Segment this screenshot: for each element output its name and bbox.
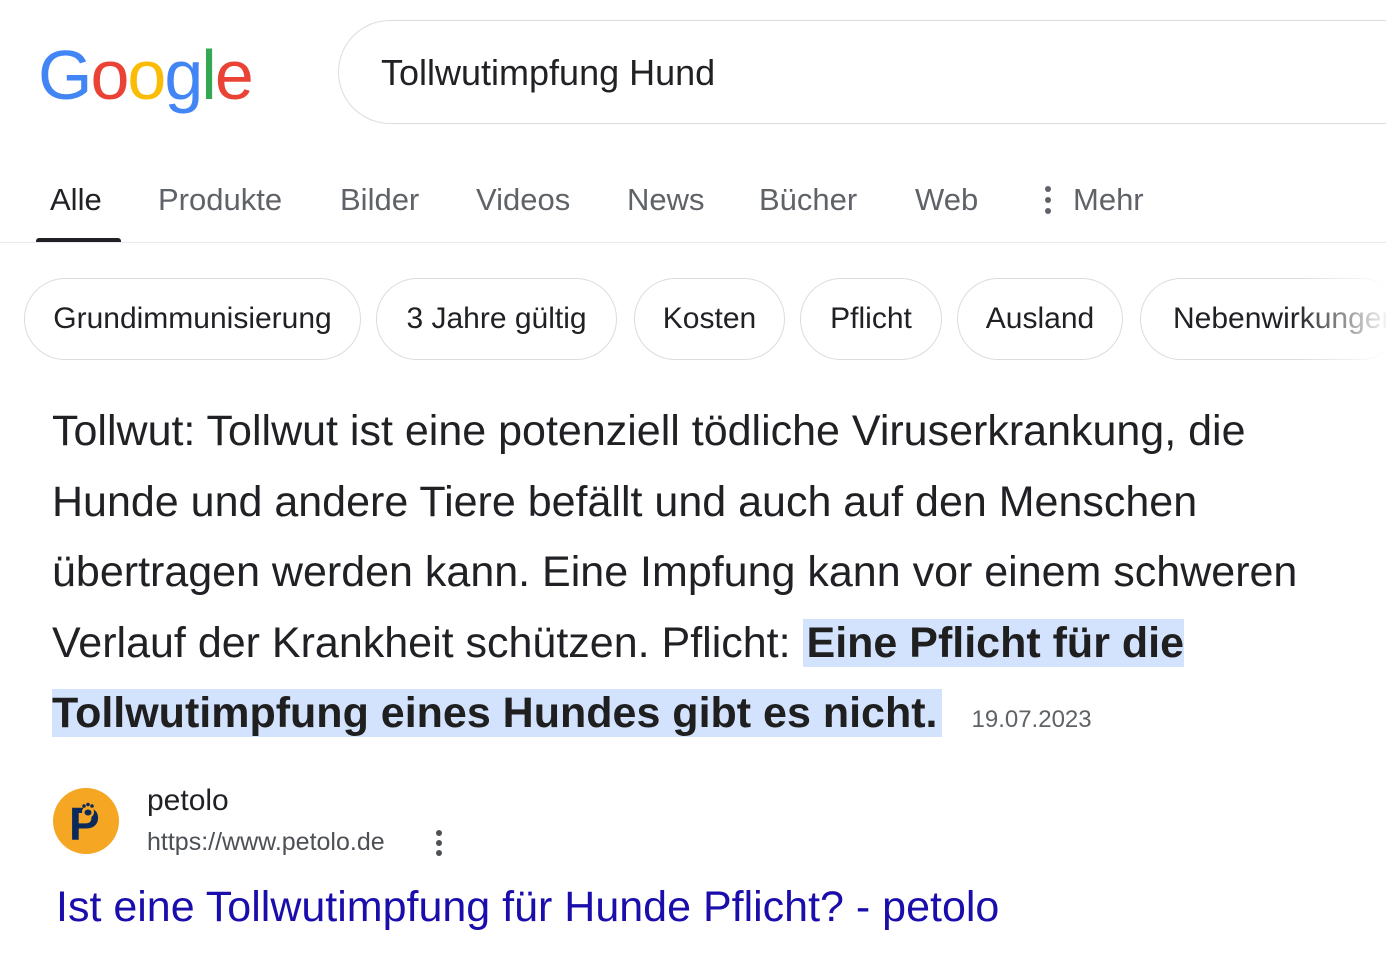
chip-pflicht[interactable]: Pflicht	[800, 278, 942, 360]
snippet-date: 19.07.2023	[971, 706, 1092, 733]
logo-letter: G	[38, 36, 92, 114]
site-name[interactable]: petolo	[147, 782, 229, 820]
featured-snippet: Tollwut: Tollwut ist eine potenziell töd…	[52, 396, 1372, 756]
chip-3-jahre-gueltig[interactable]: 3 Jahre gültig	[376, 278, 617, 360]
site-favicon[interactable]: P	[53, 788, 119, 854]
paw-p-icon: P	[69, 798, 100, 850]
chip-kosten[interactable]: Kosten	[634, 278, 785, 360]
tab-produkte[interactable]: Produkte	[158, 180, 282, 220]
chip-grundimmunisierung[interactable]: Grundimmunisierung	[24, 278, 361, 360]
tab-mehr[interactable]: Mehr	[1073, 180, 1144, 220]
logo-letter: g	[164, 36, 203, 114]
google-logo[interactable]: Google	[38, 30, 254, 120]
search-results-page: Google Tollwutimpfung Hund Alle Produkte…	[0, 0, 1386, 962]
logo-letter: o	[90, 36, 129, 114]
search-input[interactable]: Tollwutimpfung Hund	[381, 51, 715, 95]
tab-bilder[interactable]: Bilder	[340, 180, 419, 220]
logo-letter: e	[214, 36, 254, 114]
logo-letter: o	[127, 36, 166, 114]
chip-scroll-fade	[1296, 276, 1386, 362]
logo-letter: l	[201, 36, 217, 114]
more-vert-icon[interactable]	[434, 828, 444, 858]
chip-ausland[interactable]: Ausland	[957, 278, 1123, 360]
search-box[interactable]: Tollwutimpfung Hund	[338, 20, 1386, 124]
search-tabs: Alle Produkte Bilder Videos News Bücher …	[0, 160, 1386, 243]
active-tab-indicator	[36, 238, 121, 242]
tab-web[interactable]: Web	[915, 180, 978, 220]
tab-buecher[interactable]: Bücher	[759, 180, 857, 220]
result-title-link[interactable]: Ist eine Tollwutimpfung für Hunde Pflich…	[56, 880, 999, 934]
tab-news[interactable]: News	[627, 180, 705, 220]
tab-alle[interactable]: Alle	[50, 180, 102, 220]
more-vert-icon[interactable]	[1043, 184, 1053, 216]
site-url[interactable]: https://www.petolo.de	[147, 826, 385, 858]
tab-videos[interactable]: Videos	[476, 180, 570, 220]
